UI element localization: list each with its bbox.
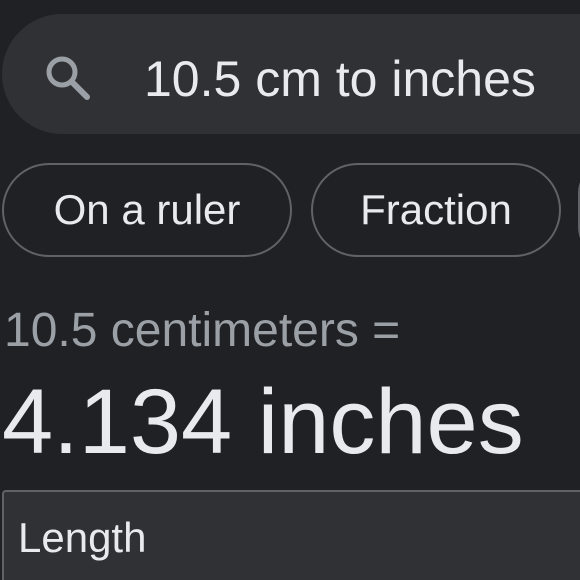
chip-fraction[interactable]: Fraction — [311, 163, 561, 257]
conversion-equation: 10.5 centimeters = — [4, 304, 401, 357]
unit-type-label[interactable]: Length — [18, 517, 146, 559]
search-input[interactable]: 10.5 cm to inches — [144, 54, 536, 104]
search-results-page: 10.5 cm to inches On a ruler Fraction 10… — [0, 0, 580, 580]
conversion-result: 4.134 inches — [2, 371, 524, 473]
search-bar[interactable]: 10.5 cm to inches — [2, 14, 580, 134]
search-icon[interactable] — [40, 50, 94, 104]
chip-on-a-ruler[interactable]: On a ruler — [2, 163, 292, 257]
